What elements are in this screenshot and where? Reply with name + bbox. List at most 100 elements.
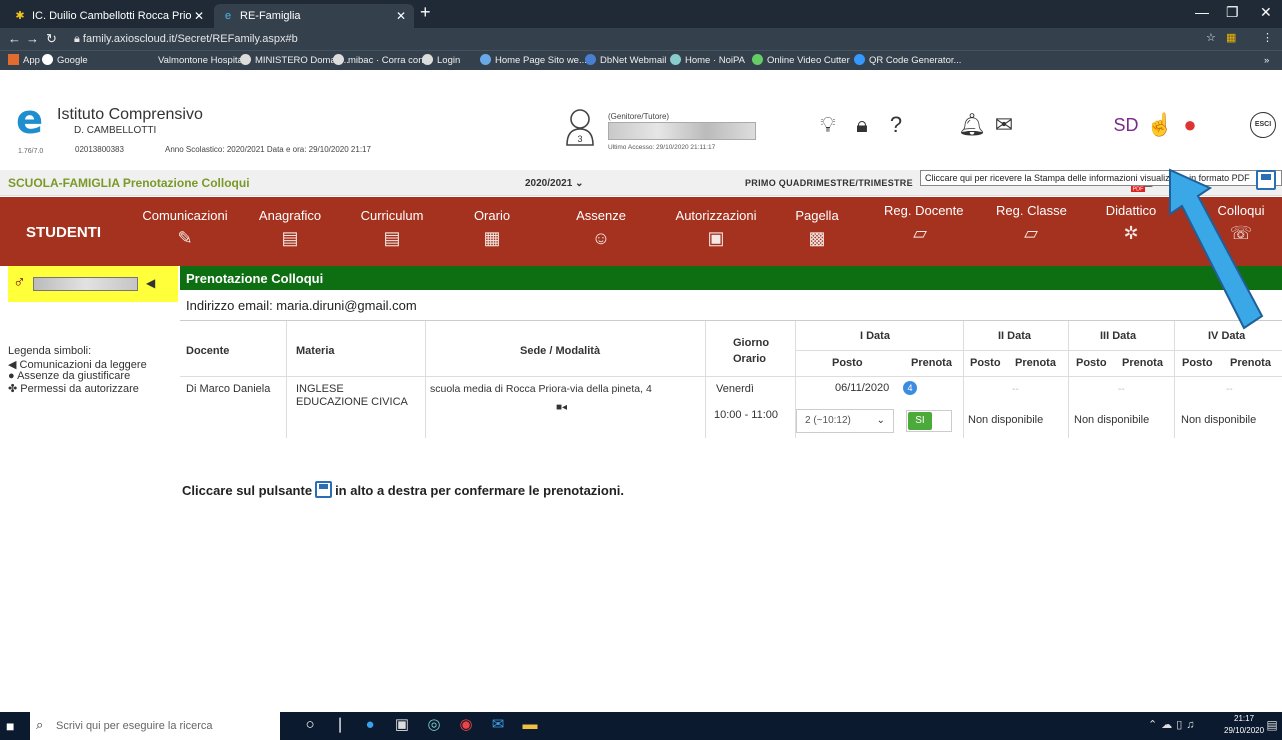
bookmark-item[interactable]: Online Video Cutter [752,51,850,71]
posto-select[interactable]: 2 (~10:12) ⌄ [796,409,894,433]
bookmark-item[interactable]: Valmontone Hospital [158,51,245,71]
col-data-1: I Data [860,330,890,342]
col-giorno: Giorno [733,337,770,349]
avatar-number: 3 [577,134,582,144]
help-icon[interactable]: ? [884,112,908,138]
cell-materia: INGLESE [296,383,344,395]
table-divider [1068,321,1069,438]
bookmark-item[interactable]: Login [422,51,460,71]
nav-item-orario[interactable]: Orario ▦ [462,208,522,249]
save-icon [315,481,333,498]
notifications-icon[interactable]: ▤ [1262,715,1282,735]
table-divider [796,350,1282,351]
megaphone-icon[interactable]: ◀ [146,276,155,290]
taskbar-clock[interactable]: 21:17 29/10/2020 [1224,713,1264,737]
paw-icon: ✤ [8,383,21,395]
nav-item-reg-docente[interactable]: Reg. Docente ▱ [884,203,964,244]
close-icon[interactable]: ✕ [396,4,406,28]
col-prenota: Prenota [911,357,952,369]
re-logo: e [16,97,44,143]
nav-item-assenze[interactable]: Assenze ☺ [566,208,636,249]
col-posto: Posto [1182,357,1213,369]
forward-icon[interactable]: → [26,31,39,46]
bookmark-item[interactable]: Home Page Sito we... [480,51,587,71]
close-icon[interactable]: ✕ [194,4,204,28]
bookmark-item[interactable]: QR Code Generator... [854,51,961,71]
nav-item-reg-classe[interactable]: Reg. Classe ▱ [996,203,1067,244]
col-orario: Orario [733,353,767,365]
prenota-si-button[interactable]: SI [908,412,932,430]
nav-item-pagella[interactable]: Pagella ▩ [784,208,850,249]
taskbar-search[interactable]: Scrivi qui per eseguire la ricerca [30,712,280,740]
nav-item-didattico[interactable]: Didattico ✲ [1096,203,1166,244]
edge-icon[interactable]: ● [360,715,380,735]
document-icon: ▤ [281,228,299,248]
browser-tab-bar: ✱ IC. Duilio Cambellotti Rocca Prio ✕ e … [0,0,1282,28]
browser-tab-1[interactable]: ✱ IC. Duilio Cambellotti Rocca Prio ✕ [6,4,212,28]
bookmark-item[interactable]: Home · NoiPA [670,51,745,71]
col-posto: Posto [832,357,863,369]
table-divider [1174,321,1175,438]
bookmark-star-icon[interactable]: ☆ [1206,31,1216,44]
period-select[interactable]: PRIMO QUADRIMESTRE/TRIMESTRE [745,178,913,188]
institute-subname: D. CAMBELLOTTI [74,125,157,136]
lock-icon[interactable]: 🔒︎ [850,112,874,138]
report-icon: ▩ [808,228,826,248]
user-avatar-icon[interactable]: 3 [565,108,595,146]
file-explorer-icon[interactable]: ▬ [520,715,540,735]
bookmark-item[interactable]: DbNet Webmail [585,51,666,71]
nav-item-comunicazioni[interactable]: Comunicazioni ✎ [130,208,240,249]
back-icon[interactable]: ← [8,31,21,46]
cell-data-4: -- [1226,384,1233,395]
logout-button[interactable]: ESCI [1250,112,1276,138]
student-name-redacted [33,277,138,291]
extension-icon[interactable]: ▦ [1226,31,1236,44]
last-access-text: Ultimo Accesso: 29/10/2020 21:11:17 [608,144,716,151]
store-icon[interactable]: ▣ [392,715,412,735]
nav-item-anagrafico[interactable]: Anagrafico ▤ [250,208,330,249]
video-camera-icon: ■◂ [556,402,568,413]
annotation-arrow [1169,168,1264,330]
nav-item-curriculum[interactable]: Curriculum ▤ [352,208,432,249]
hands-icon[interactable]: ☝ [1146,112,1173,138]
col-posto: Posto [970,357,1001,369]
nav-item-autorizzazioni[interactable]: Autorizzazioni ▣ [660,208,772,249]
col-data-3: III Data [1100,330,1137,342]
chrome-icon[interactable]: ◉ [456,715,476,735]
restore-icon[interactable]: ❐ [1226,4,1239,21]
face-icon: ☺ [591,228,611,248]
role-label: (Genitore/Tutore) [608,112,670,121]
year-select[interactable]: 2020/2021 ⌄ [525,178,583,189]
mail-icon[interactable]: ✉ [992,112,1016,138]
more-bookmarks-icon[interactable]: » [1264,51,1269,71]
close-window-icon[interactable]: ✕ [1260,4,1272,21]
url-field[interactable]: 🔒︎ family.axioscloud.it/Secret/REFamily.… [64,30,1194,48]
new-tab-button[interactable]: + [420,2,431,23]
bookmark-item[interactable]: mibac · Corra con... [333,51,431,71]
app-icon[interactable]: ◎ [424,715,444,735]
windows-start-icon[interactable]: ■ [6,718,22,734]
lightbulb-icon[interactable]: 💡︎ [816,112,840,138]
bell-icon[interactable]: 🔔︎ [958,112,986,138]
cortana-icon[interactable]: ○ [300,715,320,735]
bookmark-item[interactable]: App [8,51,40,71]
search-icon: ⌕ [36,717,44,732]
reload-icon[interactable]: ↻ [46,31,57,47]
table-divider [180,376,1282,377]
minimize-icon[interactable]: — [1195,4,1209,20]
available-count-badge: 4 [903,381,917,395]
menu-icon[interactable]: ⋮ [1262,31,1273,44]
col-prenota: Prenota [1015,357,1056,369]
gears-icon: ✲ [1123,223,1139,243]
flame-icon[interactable]: ● [1178,112,1202,138]
sd-badge[interactable]: SD [1108,112,1144,138]
system-tray[interactable]: ⌃☁▯♫ [1148,718,1199,731]
book-icon: ▱ [1024,223,1038,243]
col-prenota: Prenota [1230,357,1271,369]
browser-tab-2[interactable]: e RE-Famiglia ✕ [214,4,414,28]
bookmark-item[interactable]: Google [42,51,88,71]
task-view-icon[interactable]: ❘ [330,715,350,735]
mail-app-icon[interactable]: ✉ [488,715,508,735]
male-icon: ♂ [13,272,26,291]
lock-icon: 🔒︎ [74,33,83,45]
